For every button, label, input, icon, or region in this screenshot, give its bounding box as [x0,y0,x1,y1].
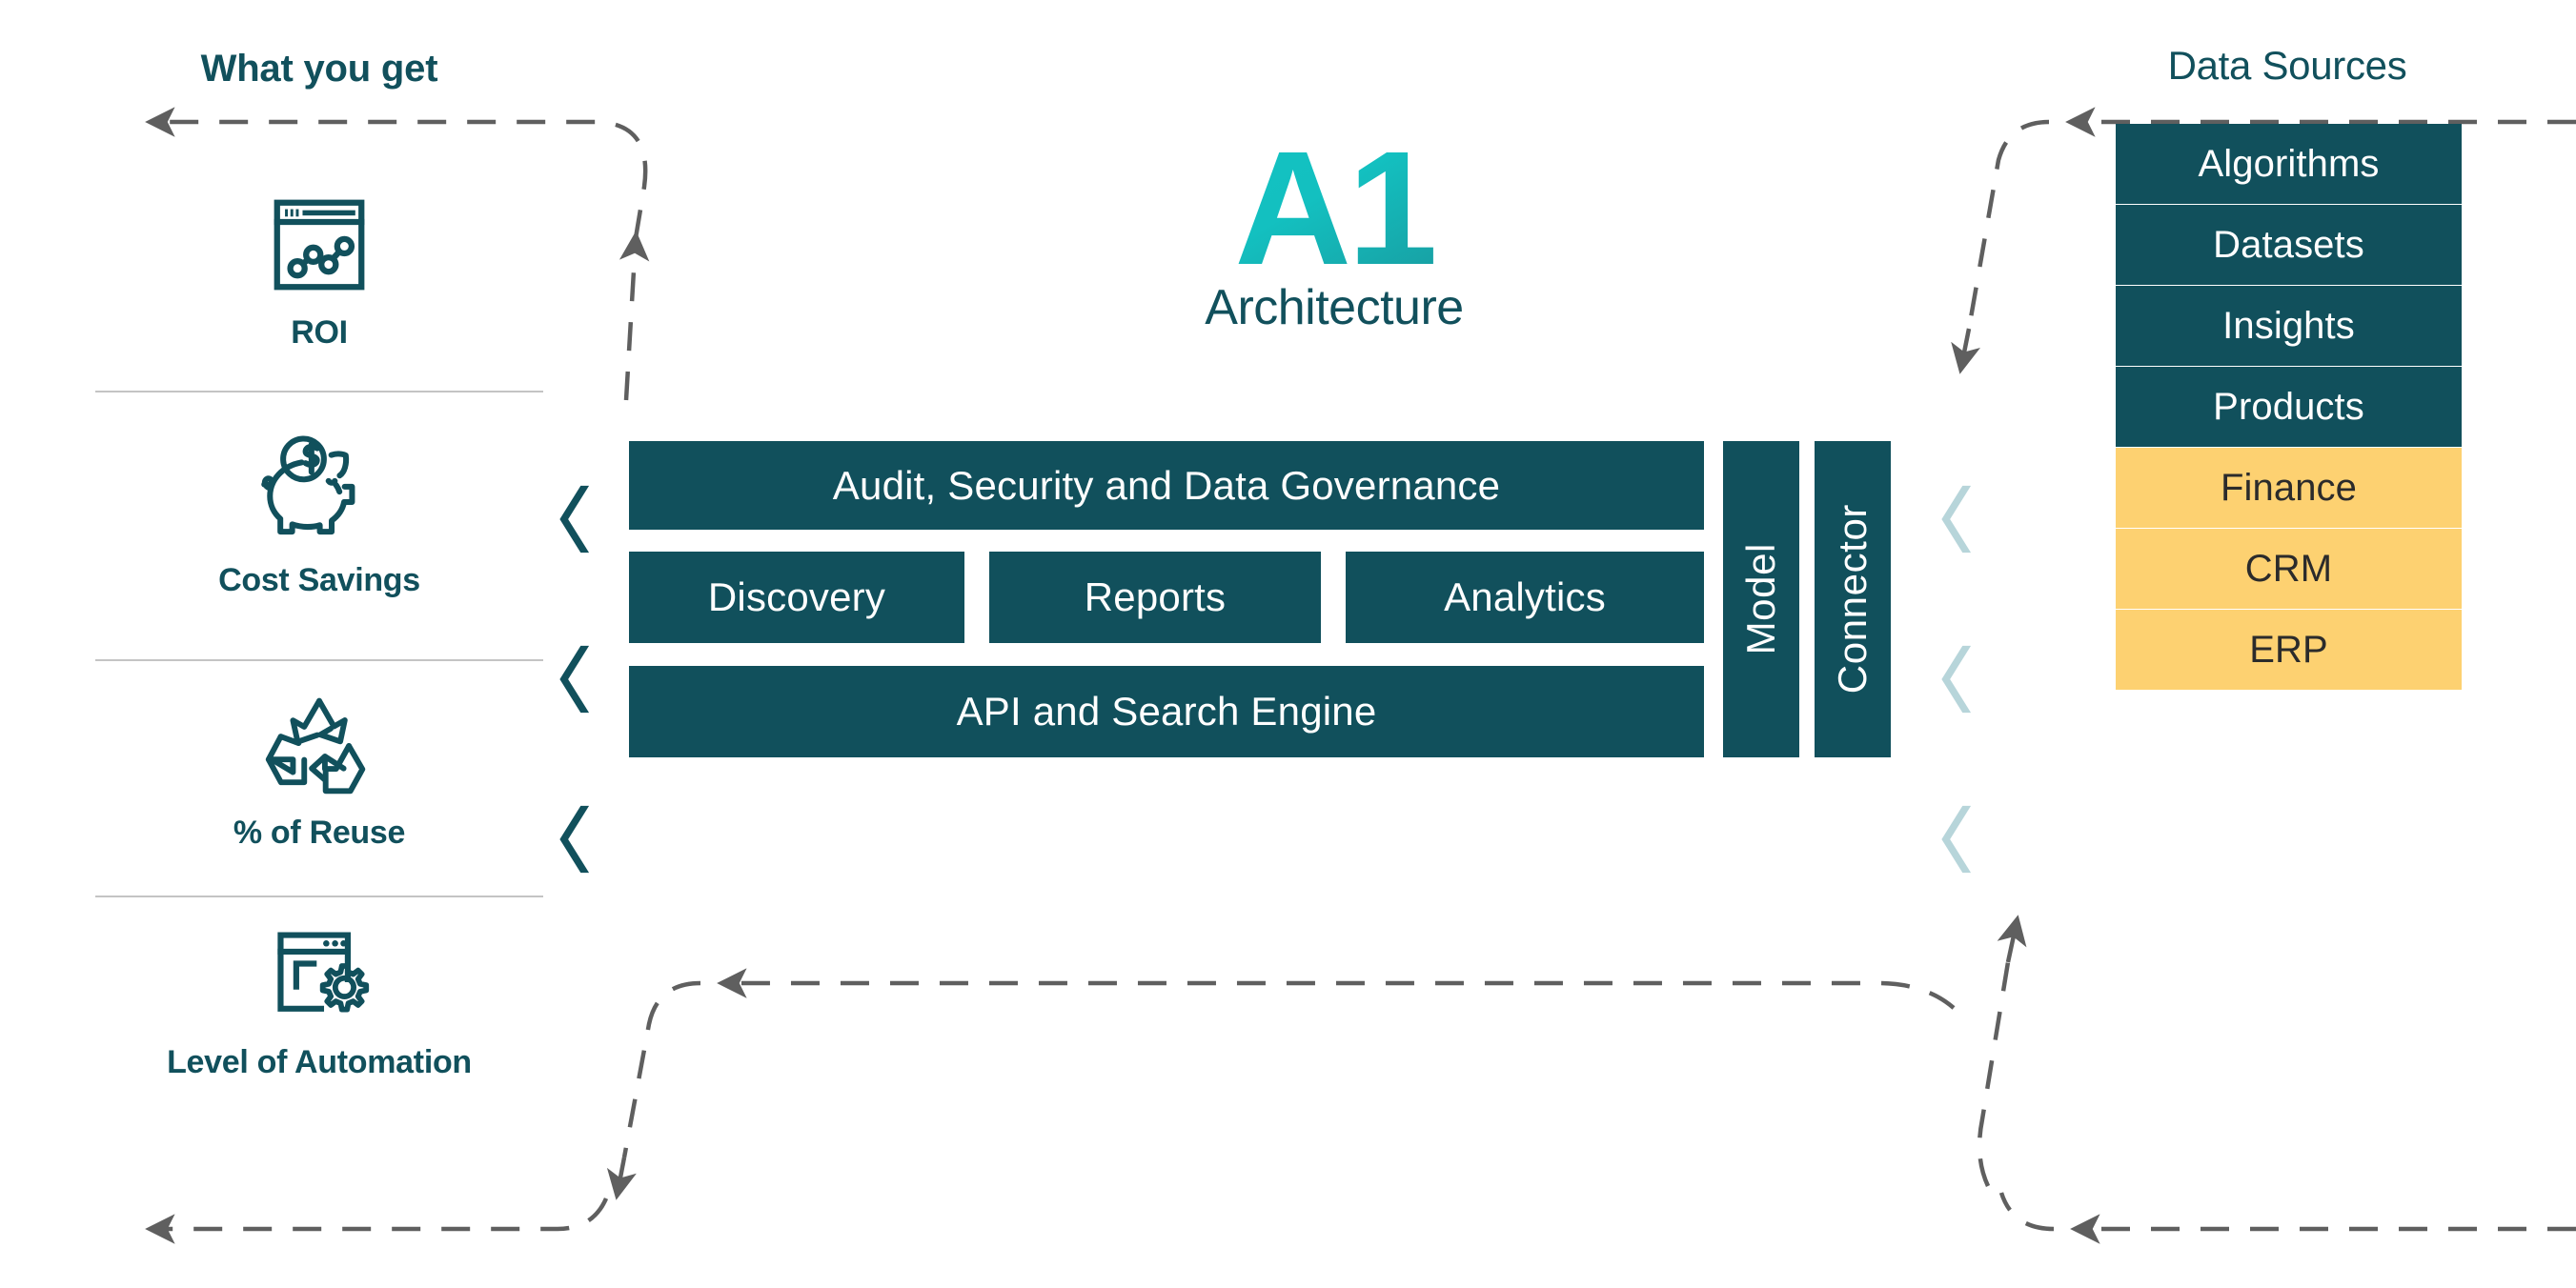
chart-window-icon [274,199,365,291]
column-connector[interactable]: Connector [1815,441,1891,757]
data-source-insights[interactable]: Insights [2116,286,2462,366]
chevron-left-icon [559,645,590,714]
data-source-products[interactable]: Products [2116,367,2462,447]
data-source-label: CRM [2244,547,2333,590]
data-source-label: Algorithms [2198,142,2380,185]
data-source-finance[interactable]: Finance [2116,448,2462,528]
metric-label: % of Reuse [233,815,406,851]
what-you-get-column: What you get ROI Cost Savings % of Reuse… [91,19,548,1162]
layer-discovery[interactable]: Discovery [629,552,964,643]
window-gear-icon [277,932,370,1013]
layer-audit-security-governance[interactable]: Audit, Security and Data Governance [629,441,1704,530]
layer-label: Discovery [707,574,886,619]
data-source-label: Finance [2220,466,2357,509]
data-source-label: ERP [2249,628,2328,671]
column-model[interactable]: Model [1723,441,1799,757]
chevron-left-icon [1941,645,1972,714]
metric-divider [95,659,543,661]
recycle-icon [265,697,366,795]
layer-label: API and Search Engine [956,689,1377,734]
metric-label: ROI [291,314,348,351]
metric-divider [95,896,543,897]
metric-label: Level of Automation [167,1044,472,1080]
data-source-label: Insights [2222,304,2355,347]
data-source-crm[interactable]: CRM [2116,529,2462,609]
metric-cost-savings[interactable]: Cost Savings [91,429,548,599]
metric-roi[interactable]: ROI [91,189,548,352]
chevron-left-icon [559,805,590,874]
data-source-algorithms[interactable]: Algorithms [2116,124,2462,204]
data-source-erp[interactable]: ERP [2116,610,2462,690]
metric-divider [95,391,543,392]
metric-automation[interactable]: Level of Automation [91,924,548,1081]
chevron-left-icon [1941,805,1972,874]
layer-label: Analytics [1444,574,1606,619]
column-label: Connector [1830,504,1875,694]
layer-label: Audit, Security and Data Governance [832,462,1501,508]
layer-analytics[interactable]: Analytics [1346,552,1704,643]
chevron-left-icon [1941,485,1972,553]
metric-label: Cost Savings [218,562,420,598]
data-sources-title: Data Sources [2167,43,2407,88]
layer-api-search-engine[interactable]: API and Search Engine [629,666,1704,757]
layer-label: Reports [1084,574,1227,619]
piggy-bank-icon [261,435,355,535]
a1-logo-block: A1 Architecture [1058,128,1611,336]
data-source-label: Products [2213,385,2364,428]
chevron-left-icon [559,485,590,553]
what-you-get-title: What you get [200,48,438,90]
column-label: Model [1738,543,1783,655]
data-source-datasets[interactable]: Datasets [2116,205,2462,285]
a1-wordmark: A1 [1058,128,1611,290]
diagram-canvas: What you get ROI Cost Savings % of Reuse… [0,0,2576,1288]
layer-reports[interactable]: Reports [989,552,1321,643]
data-source-label: Datasets [2213,223,2364,266]
architecture-subtitle: Architecture [1205,280,1464,336]
metric-reuse[interactable]: % of Reuse [91,691,548,852]
